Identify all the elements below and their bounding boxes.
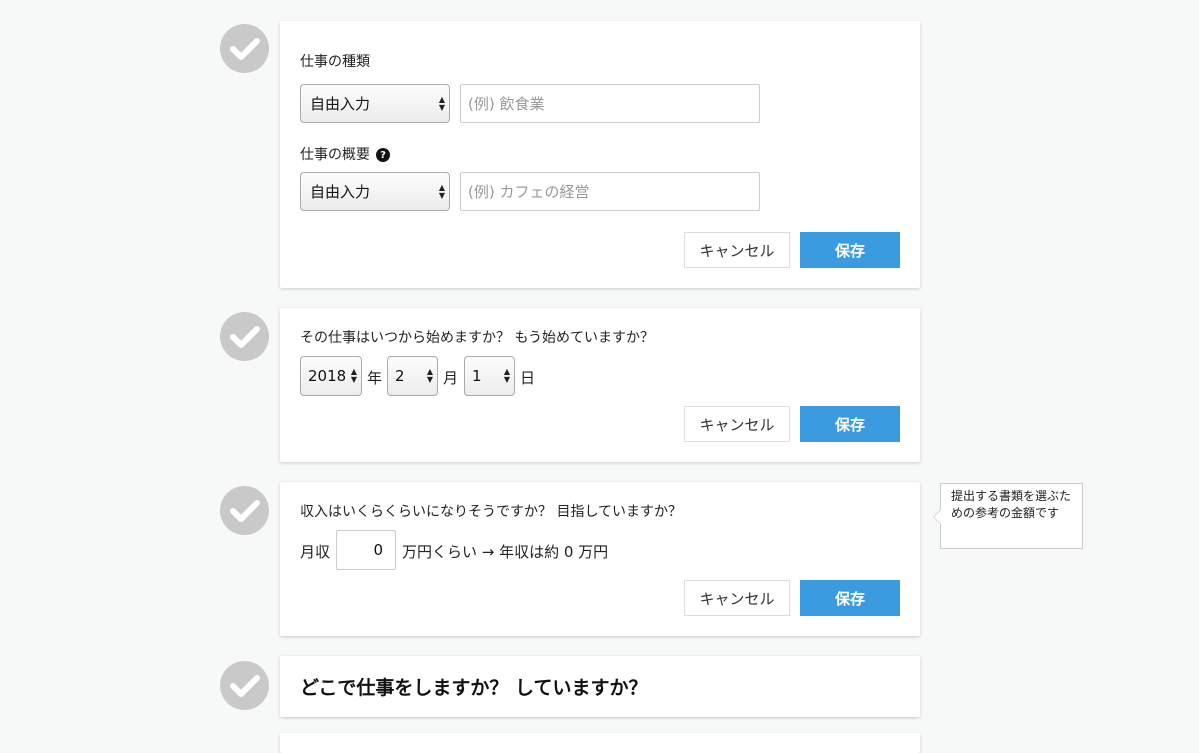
cancel-button[interactable]: キャンセル	[684, 406, 790, 442]
job-summary-select[interactable]: 自由入力 ▲ ▼	[300, 172, 450, 211]
up-down-arrows-icon: ▲ ▼	[503, 367, 510, 384]
job-summary-label: 仕事の概要	[300, 147, 370, 163]
workplace-card[interactable]: どこで仕事をしますか？ していますか？	[280, 656, 920, 717]
year-select[interactable]: 2018 ▲ ▼	[300, 356, 362, 396]
day-select[interactable]: 1 ▲ ▼	[464, 356, 515, 396]
next-card	[280, 733, 920, 753]
question-circle-icon[interactable]: ?	[376, 148, 390, 162]
check-icon	[220, 661, 269, 710]
cancel-button[interactable]: キャンセル	[684, 232, 790, 268]
year-value: 2018	[308, 367, 347, 385]
cancel-button[interactable]: キャンセル	[684, 580, 790, 616]
year-unit: 年	[367, 369, 383, 387]
up-down-arrows-icon: ▲ ▼	[426, 367, 433, 384]
save-button[interactable]: 保存	[800, 580, 900, 616]
job-type-select-value: 自由入力	[310, 95, 371, 113]
check-icon	[220, 24, 269, 73]
job-type-input[interactable]: (例) 飲食業	[460, 84, 760, 123]
job-type-card: 仕事の種類 自由入力 ▲ ▼ (例) 飲食業 仕事の概要? 自由入力 ▲ ▼ (例)…	[280, 21, 920, 288]
month-value: 2	[395, 367, 405, 385]
start-date-question: その仕事はいつから始めますか？ もう始めていますか？	[300, 330, 655, 346]
check-icon	[220, 486, 269, 535]
job-summary-input[interactable]: (例) カフェの経営	[460, 172, 760, 211]
income-result-text: 万円くらい → 年収は約 0 万円	[402, 543, 609, 561]
month-select[interactable]: 2 ▲ ▼	[387, 356, 438, 396]
save-button[interactable]: 保存	[800, 406, 900, 442]
income-question: 収入はいくらくらいになりそうですか？ 目指していますか？	[300, 504, 683, 520]
job-summary-select-value: 自由入力	[310, 183, 371, 201]
day-value: 1	[472, 367, 482, 385]
check-icon	[220, 312, 269, 361]
monthly-income-label: 月収	[300, 543, 331, 561]
save-button[interactable]: 保存	[800, 232, 900, 268]
income-card: 収入はいくらくらいになりそうですか？ 目指していますか？ 月収 0 万円くらい …	[280, 482, 920, 636]
up-down-arrows-icon: ▲ ▼	[438, 182, 445, 200]
job-type-select[interactable]: 自由入力 ▲ ▼	[300, 84, 450, 123]
month-unit: 月	[443, 369, 459, 387]
workplace-title: どこで仕事をしますか？ していますか？	[300, 677, 648, 699]
job-type-label: 仕事の種類	[300, 54, 370, 70]
start-date-card: その仕事はいつから始めますか？ もう始めていますか？ 2018 ▲ ▼ 年 2 ▲…	[280, 308, 920, 462]
monthly-income-input[interactable]: 0	[336, 530, 396, 570]
day-unit: 日	[520, 369, 536, 387]
job-summary-label-row: 仕事の概要?	[300, 144, 390, 164]
up-down-arrows-icon: ▲ ▼	[438, 94, 445, 112]
up-down-arrows-icon: ▲ ▼	[350, 367, 357, 384]
income-tooltip: 提出する書類を選ぶための参考の金額です	[933, 483, 1083, 549]
